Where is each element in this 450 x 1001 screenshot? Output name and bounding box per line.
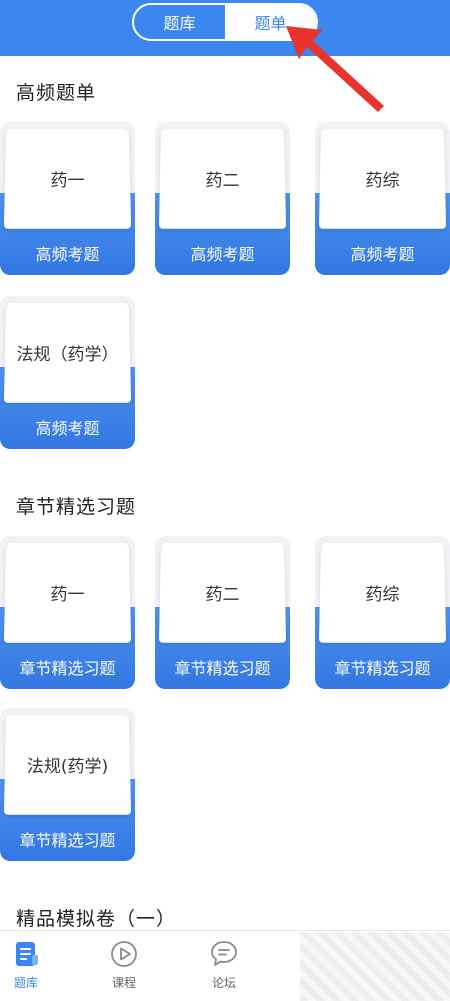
- red-arrow-annotation: [286, 26, 384, 112]
- card-footer-label: 高频考题: [35, 245, 100, 264]
- card-footer-label: 高频考题: [350, 245, 415, 264]
- card-label: 药一: [3, 128, 132, 229]
- card-footer-label: 章节精选习题: [334, 659, 431, 678]
- card-high-freq-yao1[interactable]: 药一 高频考题: [0, 122, 135, 275]
- card-high-freq-yaozong[interactable]: 药综 高频考题: [315, 122, 450, 275]
- blurred-region: [300, 932, 450, 1001]
- card-chapter-yaozong[interactable]: 药综 章节精选习题: [315, 536, 450, 689]
- card-footer-label: 章节精选习题: [19, 831, 116, 850]
- card-footer-label: 章节精选习题: [19, 659, 116, 678]
- play-circle-icon: [111, 941, 137, 967]
- card-high-freq-regulations[interactable]: 法规（药学） 高频考题: [0, 296, 135, 449]
- card-footer-label: 高频考题: [35, 419, 100, 438]
- card-label: 药二: [158, 128, 287, 229]
- tabbar-item-courses[interactable]: 课程: [94, 939, 154, 995]
- card-label: 药二: [158, 542, 287, 643]
- card-label: 药综: [318, 128, 447, 229]
- card-high-freq-yao2[interactable]: 药二 高频考题: [155, 122, 290, 275]
- card-chapter-yao2[interactable]: 药二 章节精选习题: [155, 536, 290, 689]
- card-footer-label: 章节精选习题: [174, 659, 271, 678]
- tabbar-label: 论坛: [211, 976, 236, 990]
- card-chapter-regulations[interactable]: 法规(药学) 章节精选习题: [0, 708, 135, 861]
- chat-bubble-icon: [211, 941, 237, 966]
- card-label: 药一: [3, 542, 132, 643]
- tabbar-item-forum[interactable]: 论坛: [194, 939, 254, 995]
- card-label: 药综: [318, 542, 447, 643]
- card-chapter-yao1[interactable]: 药一 章节精选习题: [0, 536, 135, 689]
- tabbar-label: 课程: [111, 976, 136, 990]
- tabbar-label: 题库: [13, 976, 38, 990]
- card-label: 法规（药学）: [3, 302, 132, 403]
- card-label: 法规(药学): [3, 714, 132, 815]
- card-footer-label: 高频考题: [190, 245, 255, 264]
- tab-question-bank[interactable]: 题库: [134, 5, 225, 39]
- tabbar-item-question-bank[interactable]: 题库: [0, 939, 56, 995]
- section-title-chapter-exercises: 章节精选习题: [16, 496, 137, 518]
- section-title-mock-exam: 精品模拟卷（一）: [16, 908, 177, 930]
- section-title-high-frequency: 高频题单: [16, 82, 97, 104]
- question-bank-icon: [16, 942, 38, 966]
